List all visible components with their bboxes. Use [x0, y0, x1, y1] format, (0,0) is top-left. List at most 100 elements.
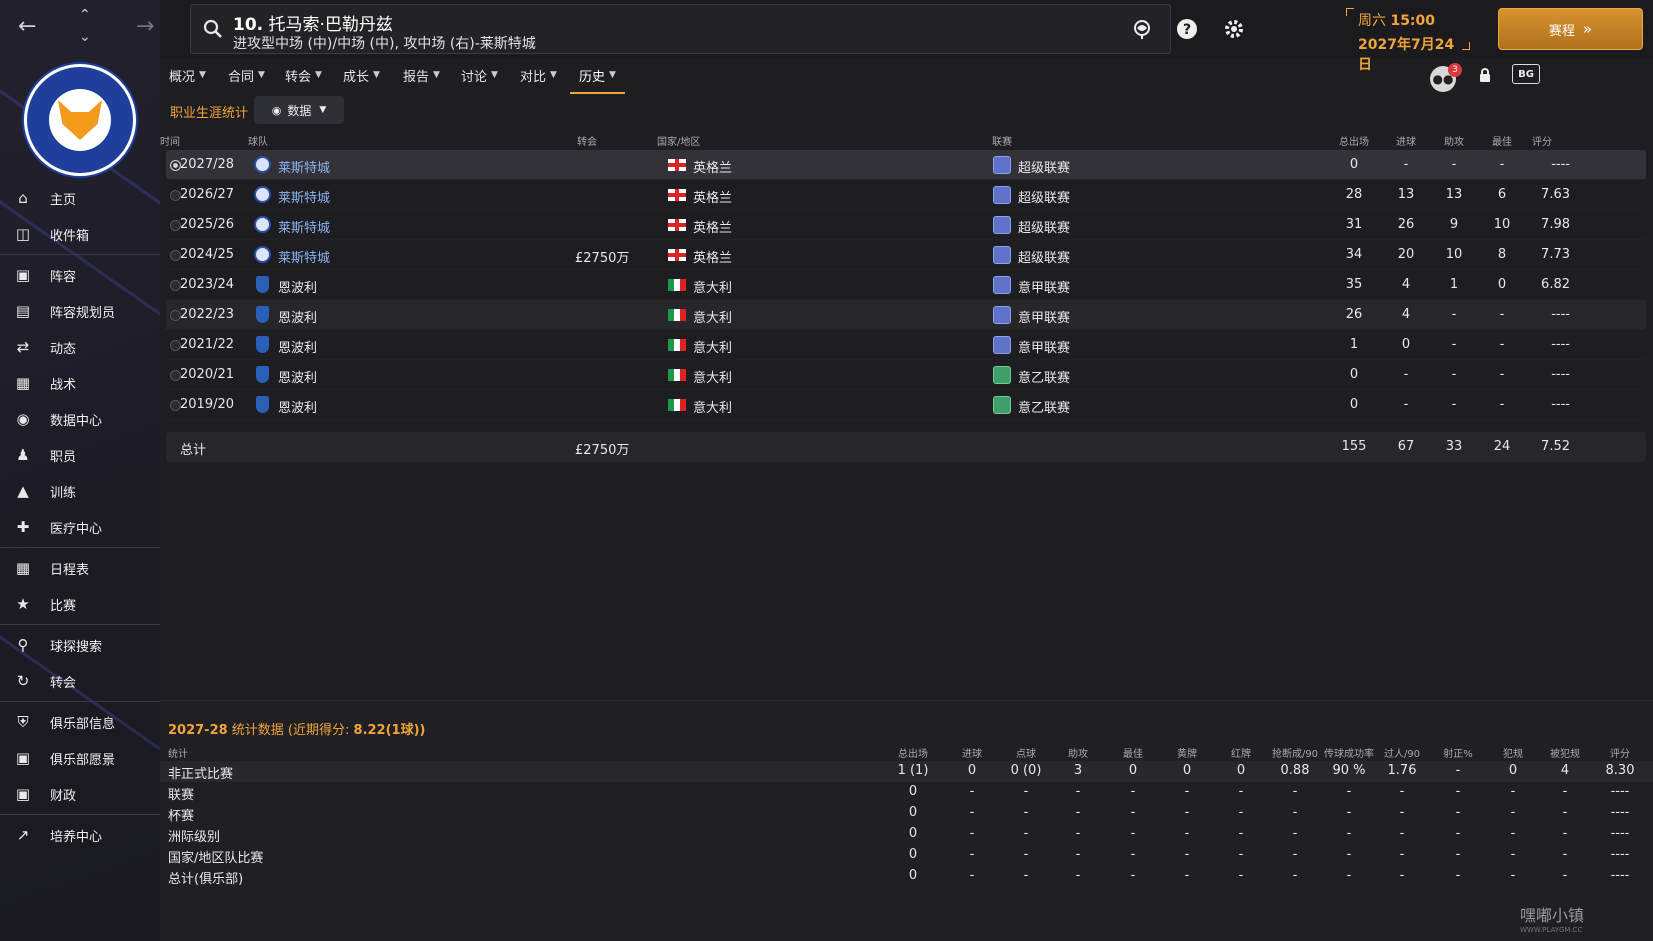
table-row[interactable]: 2025/26 莱斯特城 英格兰 超级联赛 31 26 9 10 7.98	[166, 210, 1646, 240]
club-name[interactable]: 莱斯特城	[278, 157, 330, 176]
stat-value: -	[1562, 784, 1568, 799]
column-header[interactable]: 总出场	[883, 745, 943, 760]
league-name[interactable]: 意乙联赛	[1018, 367, 1070, 386]
league-name[interactable]: 超级联赛	[1018, 187, 1070, 206]
column-header[interactable]: 点球	[996, 745, 1056, 760]
player-search-box[interactable]: 10. 托马索·巴勒丹兹 进攻型中场 (中)/中场 (中), 攻中场 (右)-莱…	[190, 4, 1171, 54]
continue-button[interactable]: 赛程 »	[1498, 8, 1643, 50]
sidebar-item-11[interactable]: ★ 比赛	[0, 586, 160, 622]
table-row[interactable]: 2024/25 莱斯特城 £2750万 英格兰 超级联赛 34 20 10 8 7.73	[166, 240, 1646, 270]
calendar-icon: ▦	[15, 559, 31, 577]
tab-4[interactable]: 报告 ▼	[394, 66, 449, 94]
club-name[interactable]: 莱斯特城	[278, 247, 330, 266]
sidebar-item-6[interactable]: ◉ 数据中心	[0, 401, 160, 437]
lock-icon[interactable]	[1478, 68, 1492, 82]
column-header[interactable]: 射正%	[1428, 745, 1488, 760]
settings-gear-icon[interactable]	[1222, 17, 1246, 41]
rating: 7.98	[1541, 217, 1570, 232]
club-badge-icon	[256, 366, 269, 383]
sidebar-item-3[interactable]: ▤ 阵容规划员	[0, 293, 160, 329]
sidebar-item-8[interactable]: ▲ 训练	[0, 473, 160, 509]
club-name[interactable]: 莱斯特城	[278, 187, 330, 206]
forward-arrow-icon[interactable]: →	[136, 16, 154, 38]
column-header[interactable]: 最佳	[1482, 133, 1522, 148]
back-arrow-icon[interactable]: ←	[18, 16, 36, 38]
league-name[interactable]: 超级联赛	[1018, 217, 1070, 236]
club-name[interactable]: 莱斯特城	[278, 217, 330, 236]
column-header[interactable]: 球队	[248, 133, 268, 148]
league-name[interactable]: 意乙联赛	[1018, 397, 1070, 416]
shirt-number-icon[interactable]: BG	[1512, 64, 1540, 84]
column-header[interactable]: 进球	[1386, 133, 1426, 148]
stat-value: 0	[1236, 763, 1246, 778]
table-row[interactable]: 2027/28 莱斯特城 英格兰 超级联赛 0- - - ----	[166, 150, 1646, 180]
world-icon[interactable]	[1130, 17, 1154, 41]
column-header[interactable]: 评分	[1522, 133, 1562, 148]
column-header[interactable]: 国家/地区	[657, 133, 700, 148]
sidebar-item-10[interactable]: ▦ 日程表	[0, 550, 160, 586]
column-header[interactable]: 被犯规	[1535, 745, 1595, 760]
column-header[interactable]: 犯规	[1483, 745, 1543, 760]
column-header[interactable]: 转会	[577, 133, 597, 148]
sidebar-item-5[interactable]: ▦ 战术	[0, 365, 160, 401]
league-name[interactable]: 超级联赛	[1018, 247, 1070, 266]
tab-0[interactable]: 概况 ▼	[160, 66, 215, 94]
stat-value: 3	[1073, 763, 1083, 778]
sidebar-item-15[interactable]: ▣ 俱乐部愿景	[0, 740, 160, 776]
column-header[interactable]: 抢断成/90	[1265, 745, 1325, 760]
stat-value: -	[1238, 784, 1244, 799]
column-header[interactable]: 统计	[168, 745, 188, 760]
sidebar-item-13[interactable]: ↻ 转会	[0, 663, 160, 699]
sidebar-item-7[interactable]: ♟ 职员	[0, 437, 160, 473]
tab-6[interactable]: 对比 ▼	[511, 66, 566, 94]
column-header[interactable]: 黄牌	[1157, 745, 1217, 760]
tab-1[interactable]: 合同 ▼	[219, 66, 274, 94]
column-header[interactable]: 助攻	[1048, 745, 1108, 760]
column-header[interactable]: 联赛	[992, 133, 1012, 148]
sidebar-item-9[interactable]: ✚ 医疗中心	[0, 509, 160, 545]
chevron-up-icon[interactable]: ⌃	[79, 8, 91, 22]
sidebar-item-12[interactable]: ⚲ 球探搜索	[0, 627, 160, 663]
goals: 4	[1401, 277, 1411, 292]
tab-label: 合同	[228, 70, 255, 85]
assists: 13	[1445, 187, 1463, 202]
column-header[interactable]: 时间	[160, 133, 180, 148]
sidebar-item-1[interactable]: ◫ 收件箱	[0, 216, 160, 252]
chevron-down-icon[interactable]: ⌄	[79, 30, 91, 44]
home-icon: ⌂	[18, 189, 28, 207]
league-name[interactable]: 意甲联赛	[1018, 337, 1070, 356]
league-name[interactable]: 超级联赛	[1018, 157, 1070, 176]
sidebar-item-16[interactable]: ▣ 财政	[0, 776, 160, 812]
table-row[interactable]: 2022/23 恩波利 意大利 意甲联赛 26 4- - ----	[166, 300, 1646, 330]
sidebar-item-4[interactable]: ⇄ 动态	[0, 329, 160, 365]
tab-3[interactable]: 成长 ▼	[334, 66, 389, 94]
table-row[interactable]: 2023/24 恩波利 意大利 意甲联赛 35 4 1 0 6.82	[166, 270, 1646, 300]
column-header[interactable]: 过人/90	[1372, 745, 1432, 760]
tab-7[interactable]: 历史 ▼	[570, 66, 625, 94]
column-header[interactable]: 最佳	[1103, 745, 1163, 760]
tab-2[interactable]: 转会 ▼	[276, 66, 331, 94]
sidebar-item-2[interactable]: ▣ 阵容	[0, 257, 160, 293]
table-row[interactable]: 2026/27 莱斯特城 英格兰 超级联赛 28 13 13 6 7.63	[166, 180, 1646, 210]
social-feed-icon[interactable]: ●● 3	[1430, 63, 1462, 92]
sidebar-item-14[interactable]: ⛨ 俱乐部信息	[0, 704, 160, 740]
sidebar-item-0[interactable]: ⌂ 主页	[0, 180, 160, 216]
club-name: 恩波利	[278, 401, 318, 416]
column-header[interactable]: 传球成功率	[1319, 745, 1379, 760]
sidebar-item-17[interactable]: ↗ 培养中心	[0, 817, 160, 853]
table-row[interactable]: 2021/22 恩波利 意大利 意甲联赛 1 0- - ----	[166, 330, 1646, 360]
table-row[interactable]: 2019/20 恩波利 意大利 意乙联赛 0- - - ----	[166, 390, 1646, 420]
column-header[interactable]: 评分	[1590, 745, 1650, 760]
club-crest-logo[interactable]	[24, 64, 136, 176]
column-header[interactable]: 助攻	[1434, 133, 1474, 148]
column-header[interactable]: 进球	[942, 745, 1002, 760]
tab-5[interactable]: 讨论 ▼	[452, 66, 507, 94]
column-header[interactable]: 总出场	[1334, 133, 1374, 148]
view-dropdown[interactable]: ◉ 数据 ▼	[254, 96, 344, 124]
league-name[interactable]: 意甲联赛	[1018, 307, 1070, 326]
league-name[interactable]: 意甲联赛	[1018, 277, 1070, 296]
help-icon[interactable]: ?	[1175, 17, 1199, 41]
column-header[interactable]: 红牌	[1211, 745, 1271, 760]
table-row[interactable]: 2020/21 恩波利 意大利 意乙联赛 0- - - ----	[166, 360, 1646, 390]
watermark-logo: 嘿嘟小镇 WWW.PLAYGM.CC	[1520, 906, 1585, 934]
